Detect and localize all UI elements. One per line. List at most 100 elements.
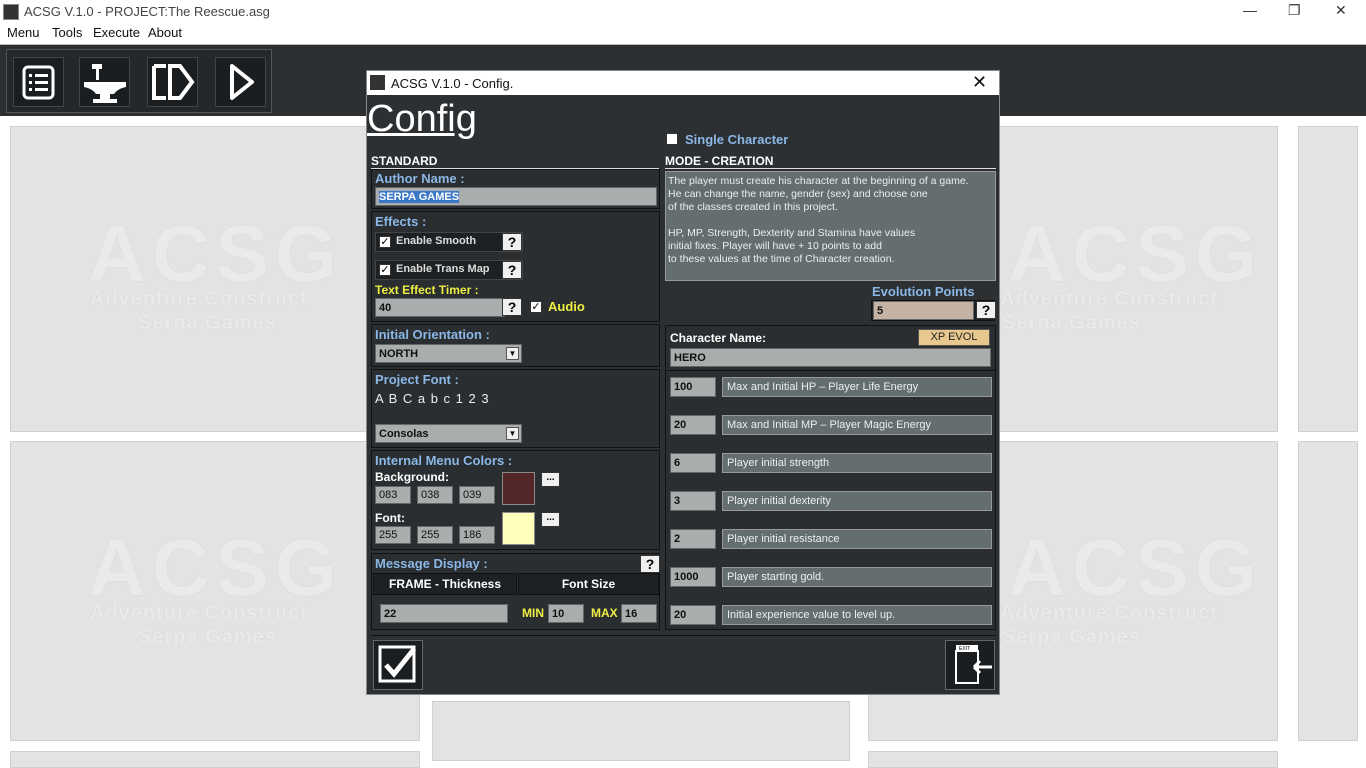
- experience-input[interactable]: 20: [670, 605, 716, 625]
- divider: [666, 370, 995, 371]
- exit-button[interactable]: EXIT: [945, 640, 995, 690]
- menu-item-about[interactable]: About: [148, 25, 182, 40]
- exit-door-icon: [152, 64, 195, 100]
- minimize-button[interactable]: —: [1243, 2, 1257, 18]
- workspace-tile: [1298, 441, 1358, 741]
- audio-checkbox[interactable]: ✓: [530, 301, 542, 313]
- evolution-points-input[interactable]: 5: [873, 301, 974, 320]
- experience-description: Initial experience value to level up.: [722, 605, 992, 625]
- workspace-tile: [432, 701, 850, 761]
- bg-blue-input[interactable]: 039: [459, 486, 495, 504]
- min-label: MIN: [522, 606, 544, 620]
- mode-text-line: [668, 214, 993, 227]
- message-help-button[interactable]: ?: [640, 555, 660, 573]
- enable-trans-map-checkbox[interactable]: ✓: [379, 264, 391, 276]
- font-blue-input[interactable]: 186: [459, 526, 495, 544]
- xp-evol-button[interactable]: XP EVOL: [918, 329, 990, 346]
- project-font-panel: Project Font : A B C a b c 1 2 3 Consola…: [371, 369, 660, 448]
- orientation-value: NORTH: [379, 348, 419, 360]
- text-effect-timer-input[interactable]: 40: [375, 298, 505, 317]
- standard-section-label: STANDARD: [371, 154, 659, 169]
- exit-sign-text: EXIT: [959, 646, 970, 652]
- exit-icon: EXIT: [955, 645, 992, 684]
- single-character-label: Single Character: [685, 132, 789, 147]
- mode-text-line: He can change the name, gender (sex) and…: [668, 188, 928, 200]
- author-name-input[interactable]: SERPA GAMES: [375, 187, 657, 206]
- watermark-line: Serpa Games: [1002, 626, 1141, 648]
- watermark-line: Serpa Games: [138, 312, 277, 334]
- play-icon: [230, 64, 254, 100]
- menu-colors-panel: Internal Menu Colors : Background: 083 0…: [371, 450, 660, 550]
- single-character-checkbox[interactable]: [666, 133, 678, 145]
- trans-map-help-button[interactable]: ?: [502, 261, 522, 279]
- app-icon: [3, 4, 19, 20]
- font-red-input[interactable]: 255: [375, 526, 411, 544]
- project-font-select[interactable]: Consolas ▼: [375, 424, 522, 443]
- strength-description: Player initial strength: [722, 453, 992, 473]
- play-button[interactable]: [215, 57, 266, 107]
- author-panel: Author Name : SERPA GAMES: [371, 169, 660, 209]
- font-color-picker-button[interactable]: ...: [541, 512, 560, 527]
- effects-panel: Effects : ✓ Enable Smooth ? ✓ Enable Tra…: [371, 211, 660, 322]
- font-size-min-input[interactable]: 10: [548, 604, 584, 623]
- enable-smooth-option[interactable]: ✓ Enable Smooth: [375, 232, 523, 252]
- dialog-title: ACSG V.1.0 - Config.: [391, 76, 514, 91]
- font-color-label: Font:: [375, 511, 405, 525]
- title-bar: ACSG V.1.0 - PROJECT:The Reescue.asg — ❐…: [0, 0, 1366, 24]
- message-display-panel: Message Display : ? FRAME - Thickness Fo…: [371, 553, 660, 630]
- list-button[interactable]: [13, 57, 64, 107]
- character-panel: Character Name: XP EVOL HERO 100 Max and…: [665, 325, 996, 630]
- font-sample: A B C a b c 1 2 3: [375, 391, 490, 406]
- smooth-help-button[interactable]: ?: [502, 233, 522, 251]
- checkmark-icon: [378, 645, 416, 683]
- mp-input[interactable]: 20: [670, 415, 716, 435]
- menu-bar: Menu Tools Execute About: [0, 24, 1366, 44]
- hp-input[interactable]: 100: [670, 377, 716, 397]
- enable-trans-map-option[interactable]: ✓ Enable Trans Map: [375, 260, 523, 280]
- evolution-help-button[interactable]: ?: [976, 301, 996, 319]
- message-display-label: Message Display :: [375, 556, 488, 571]
- evolution-points-box: 5 ?: [871, 300, 996, 321]
- bg-color-picker-button[interactable]: ...: [541, 472, 560, 487]
- bg-red-input[interactable]: 083: [375, 486, 411, 504]
- mode-text-line: HP, MP, Strength, Dexterity and Stamina …: [668, 227, 916, 239]
- frame-thickness-input[interactable]: 22: [380, 604, 508, 623]
- enable-smooth-checkbox[interactable]: ✓: [379, 236, 391, 248]
- character-name-label: Character Name:: [670, 331, 767, 345]
- window-title: ACSG V.1.0 - PROJECT:The Reescue.asg: [24, 4, 270, 19]
- mode-text-line: initial fixes. Player will have + 10 poi…: [668, 240, 882, 252]
- resistance-input[interactable]: 2: [670, 529, 716, 549]
- mode-text-line: to these values at the time of Character…: [668, 253, 895, 265]
- orientation-label: Initial Orientation :: [375, 327, 490, 342]
- gold-input[interactable]: 1000: [670, 567, 716, 587]
- config-dialog: ACSG V.1.0 - Config. ✕ Config STANDARD A…: [366, 70, 1000, 695]
- author-name-value: SERPA GAMES: [379, 191, 460, 203]
- font-size-max-input[interactable]: 16: [621, 604, 657, 623]
- mode-text-line: of the classes created in this project.: [668, 201, 838, 213]
- menu-item-menu[interactable]: Menu: [7, 25, 40, 40]
- workspace-tile: [868, 751, 1278, 768]
- character-name-input[interactable]: HERO: [670, 348, 991, 367]
- strength-input[interactable]: 6: [670, 453, 716, 473]
- bg-green-input[interactable]: 038: [417, 486, 453, 504]
- export-button[interactable]: [147, 57, 198, 107]
- timer-help-button[interactable]: ?: [502, 298, 522, 316]
- project-font-label: Project Font :: [375, 372, 459, 387]
- font-green-input[interactable]: 255: [417, 526, 453, 544]
- gold-description: Player starting gold.: [722, 567, 992, 587]
- orientation-select[interactable]: NORTH ▼: [375, 344, 522, 363]
- mode-text-line: The player must create his character at …: [668, 175, 969, 187]
- dexterity-input[interactable]: 3: [670, 491, 716, 511]
- resistance-description: Player initial resistance: [722, 529, 992, 549]
- restore-button[interactable]: ❐: [1288, 2, 1301, 19]
- close-button[interactable]: ✕: [1335, 2, 1347, 19]
- anvil-button[interactable]: [79, 57, 130, 107]
- workspace-tile: [1298, 126, 1358, 432]
- mode-section-label: MODE - CREATION: [665, 154, 996, 169]
- menu-item-tools[interactable]: Tools: [52, 25, 82, 40]
- enable-smooth-label: Enable Smooth: [396, 235, 477, 247]
- menu-item-execute[interactable]: Execute: [93, 25, 140, 40]
- dialog-close-button[interactable]: ✕: [972, 72, 987, 93]
- confirm-button[interactable]: [373, 640, 423, 690]
- watermark-logo: ACSG: [88, 209, 344, 298]
